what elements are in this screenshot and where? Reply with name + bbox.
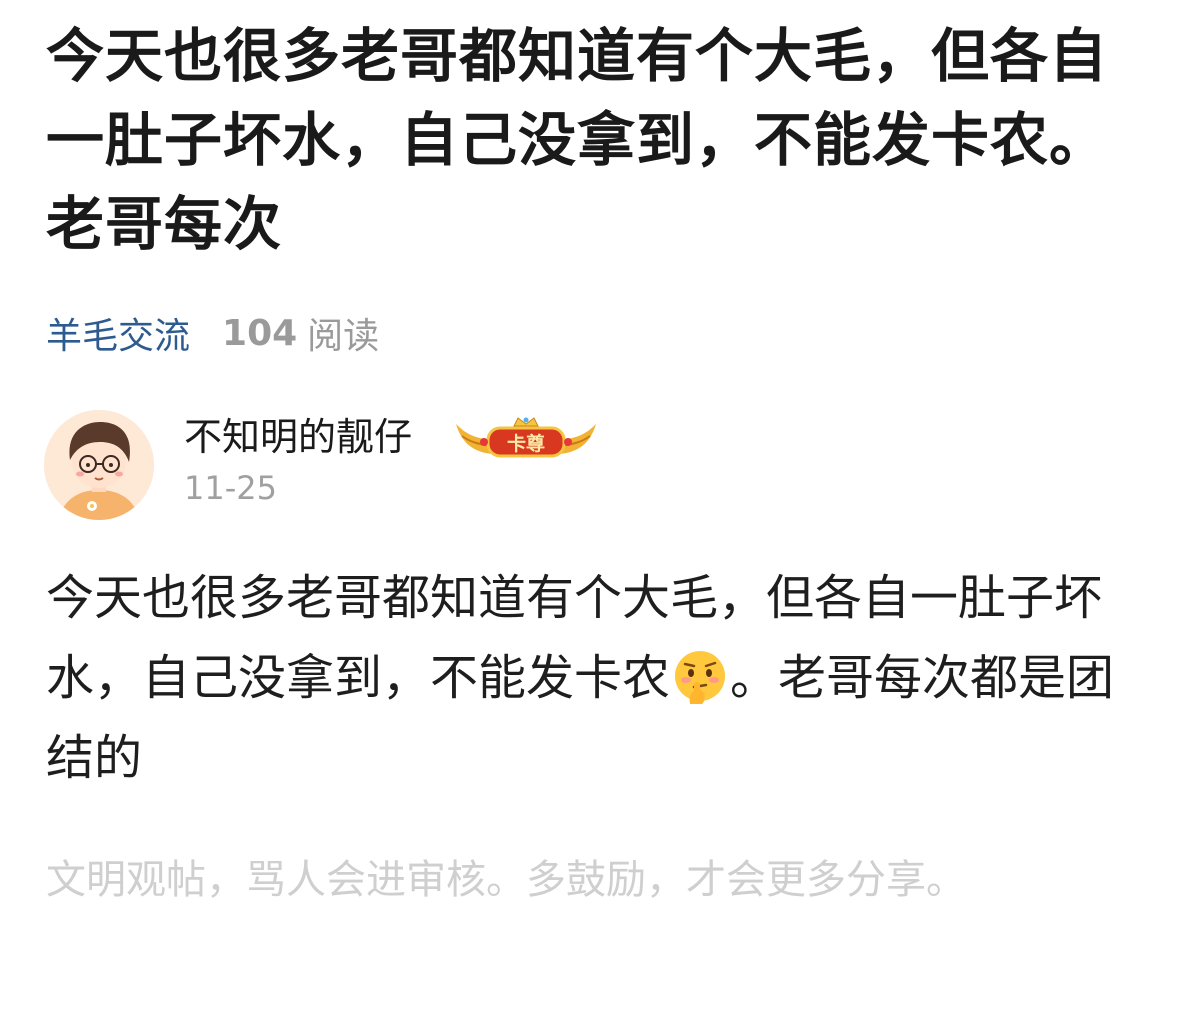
- vip-badge: 卡尊: [452, 412, 600, 464]
- badge-label: 卡尊: [507, 432, 545, 455]
- read-count-label: 阅读: [307, 316, 380, 357]
- crown-wings-icon: 卡尊: [456, 417, 596, 458]
- avatar[interactable]: [44, 410, 154, 520]
- post-detail-page: 今天也很多老哥都知道有个大毛，但各自一肚子坏水，自己没拿到，不能发卡农。老哥每次…: [0, 0, 1179, 1011]
- post-body: 今天也很多老哥都知道有个大毛，但各自一肚子坏水，自己没拿到，不能发卡农 。老哥每次…: [46, 558, 1136, 798]
- read-count-number: 104: [222, 312, 298, 354]
- author-row: 不知明的靓仔 卡尊 11-25: [44, 410, 744, 520]
- category-link[interactable]: 羊毛交流: [46, 307, 190, 359]
- read-count: 104 阅读: [222, 307, 379, 359]
- post-title: 今天也很多老哥都知道有个大毛，但各自一肚子坏水，自己没拿到，不能发卡农。老哥每次: [46, 22, 1109, 258]
- community-notice: 文明观帖，骂人会进审核。多鼓励，才会更多分享。: [46, 857, 966, 903]
- post-meta: 羊毛交流 104 阅读: [46, 308, 379, 358]
- author-name[interactable]: 不知明的靓仔: [184, 412, 412, 462]
- avatar-image: [44, 410, 154, 520]
- post-date: 11-25: [184, 469, 277, 507]
- thinking-face-icon: [672, 648, 728, 704]
